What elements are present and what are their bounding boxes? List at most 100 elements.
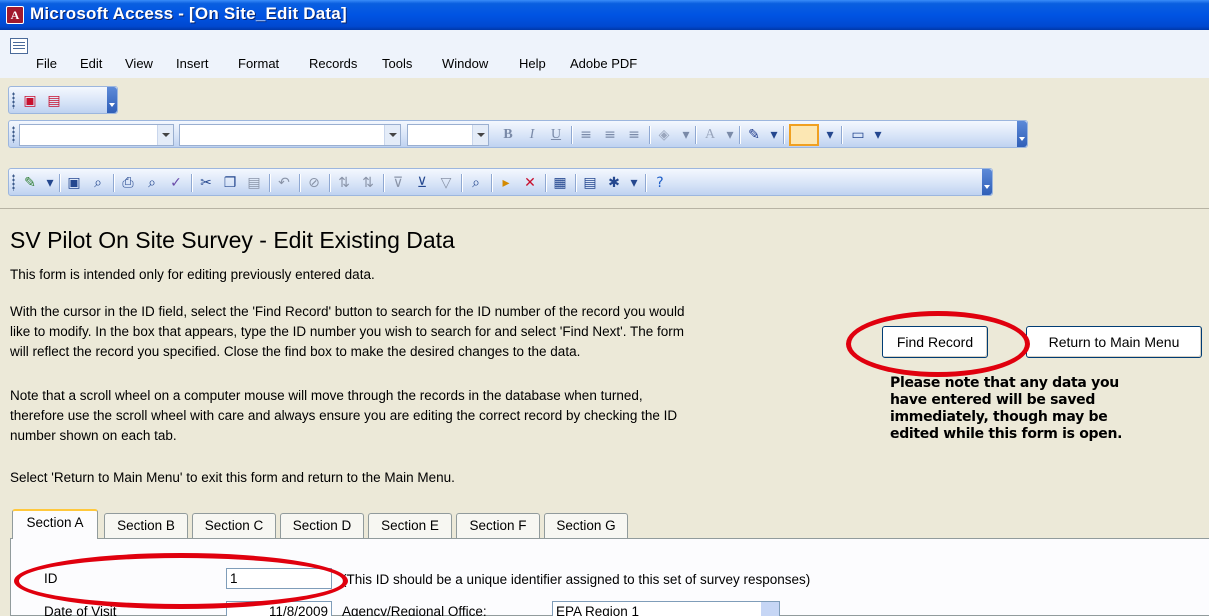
undo-icon[interactable]: ↶: [275, 174, 293, 192]
paste-icon[interactable]: ▤: [245, 174, 263, 192]
toolbar-options-icon[interactable]: [1017, 121, 1027, 147]
underline-icon[interactable]: U: [547, 126, 565, 144]
return-note: Select 'Return to Main Menu' to exit thi…: [10, 470, 455, 485]
toolbar-separator: [269, 174, 270, 192]
document-menu-icon[interactable]: [10, 38, 28, 54]
toolbar-separator: [649, 126, 650, 144]
chevron-down-icon[interactable]: ▾: [821, 126, 839, 144]
menu-help[interactable]: Help: [519, 56, 546, 71]
tab-section-d[interactable]: Section D: [280, 513, 364, 538]
line-width-icon[interactable]: ▭: [849, 126, 867, 144]
font-size-combo[interactable]: [407, 124, 489, 146]
file-search-icon[interactable]: ⌕: [89, 174, 107, 192]
menu-tools[interactable]: Tools: [382, 56, 412, 71]
menu-adobe-pdf[interactable]: Adobe PDF: [570, 56, 637, 71]
chevron-down-icon[interactable]: ▾: [677, 126, 695, 144]
menu-file[interactable]: File: [36, 56, 57, 71]
menu-view[interactable]: View: [125, 56, 153, 71]
object-combo[interactable]: [19, 124, 174, 146]
chevron-down-icon[interactable]: [472, 125, 488, 145]
toolbar-separator: [645, 174, 646, 192]
tab-section-e[interactable]: Section E: [368, 513, 452, 538]
database-window-icon[interactable]: ▤: [581, 174, 599, 192]
new-record-icon[interactable]: ▸: [497, 174, 515, 192]
print-preview-icon[interactable]: ⌕: [143, 174, 161, 192]
save-warning-line: have entered will be saved: [890, 392, 1096, 408]
toolbar-separator: [113, 174, 114, 192]
tab-section-a[interactable]: Section A: [12, 509, 98, 539]
special-effect-icon[interactable]: [789, 124, 819, 146]
convert-to-pdf-icon[interactable]: ▣: [21, 92, 39, 110]
chevron-down-icon[interactable]: [384, 125, 400, 145]
toolbar-grip[interactable]: [12, 92, 15, 109]
access-icon[interactable]: A: [6, 6, 24, 24]
pdf-email-icon[interactable]: ▤: [45, 92, 63, 110]
form-heading: SV Pilot On Site Survey - Edit Existing …: [10, 227, 455, 253]
toolbar-options-icon[interactable]: [107, 87, 117, 113]
scroll-note-line-2: therefore use the scroll wheel with care…: [10, 408, 678, 423]
cut-icon[interactable]: ✂: [197, 174, 215, 192]
chevron-down-icon[interactable]: ▾: [721, 126, 739, 144]
design-view-icon[interactable]: ✎: [21, 174, 39, 192]
new-object-icon[interactable]: ✱: [605, 174, 623, 192]
agency-select[interactable]: EPA Region 1: [552, 601, 780, 616]
intro-text: This form is intended only for editing p…: [10, 267, 375, 282]
filter-by-form-icon[interactable]: ⊻: [413, 174, 431, 192]
toolbar-grip[interactable]: [12, 174, 15, 191]
bold-icon[interactable]: B: [499, 126, 517, 144]
title-bar: A Microsoft Access - [On Site_Edit Data]: [0, 0, 1209, 30]
save-icon[interactable]: ▣: [65, 174, 83, 192]
menu-format[interactable]: Format: [238, 56, 279, 71]
menu-edit[interactable]: Edit: [80, 56, 102, 71]
filter-by-selection-icon[interactable]: ⊽: [389, 174, 407, 192]
chevron-down-icon[interactable]: [157, 125, 173, 145]
toolbar-separator: [191, 174, 192, 192]
chevron-down-icon[interactable]: ▾: [41, 174, 59, 192]
chevron-down-icon[interactable]: [761, 602, 779, 616]
toolbar-separator: [299, 174, 300, 192]
toolbar-options-icon[interactable]: [982, 169, 992, 195]
copy-icon[interactable]: ❐: [221, 174, 239, 192]
delete-record-icon[interactable]: ✕: [521, 174, 539, 192]
menu-insert[interactable]: Insert: [176, 56, 209, 71]
help-icon[interactable]: ?: [651, 174, 669, 192]
apply-filter-icon[interactable]: ▽: [437, 174, 455, 192]
fill-color-icon[interactable]: ◈: [655, 126, 673, 144]
toolbar-separator: [571, 126, 572, 144]
toolbar-grip[interactable]: [12, 126, 15, 143]
sort-ascending-icon[interactable]: ⇅: [335, 174, 353, 192]
align-left-icon[interactable]: ≡: [577, 126, 595, 144]
font-color-icon[interactable]: A: [701, 126, 719, 144]
menu-records[interactable]: Records: [309, 56, 357, 71]
tab-section-b[interactable]: Section B: [104, 513, 188, 538]
highlight-circle: [846, 311, 1030, 377]
sort-descending-icon[interactable]: ⇅: [359, 174, 377, 192]
chevron-down-icon[interactable]: ▾: [765, 126, 783, 144]
standard-toolbar: ✎ ▾ ▣ ⌕ ⎙ ⌕ ✓ ✂ ❐ ▤ ↶ ⊘ ⇅ ⇅ ⊽ ⊻ ▽ ⌕ ▸ ✕ …: [8, 168, 993, 196]
toolbar-separator: [841, 126, 842, 144]
menu-window[interactable]: Window: [442, 56, 488, 71]
find-icon[interactable]: ⌕: [467, 174, 485, 192]
properties-icon[interactable]: ▦: [551, 174, 569, 192]
tab-section-g[interactable]: Section G: [544, 513, 628, 538]
chevron-down-icon[interactable]: ▾: [869, 126, 887, 144]
toolbar-separator: [575, 174, 576, 192]
chevron-down-icon[interactable]: ▾: [625, 174, 643, 192]
tab-section-c[interactable]: Section C: [192, 513, 276, 538]
align-right-icon[interactable]: ≡: [625, 126, 643, 144]
line-color-icon[interactable]: ✎: [745, 126, 763, 144]
toolbar-separator: [545, 174, 546, 192]
font-name-combo[interactable]: [179, 124, 401, 146]
window-title: Microsoft Access - [On Site_Edit Data]: [30, 4, 347, 23]
toolbar-separator: [383, 174, 384, 192]
align-center-icon[interactable]: ≡: [601, 126, 619, 144]
spelling-icon[interactable]: ✓: [167, 174, 185, 192]
print-icon[interactable]: ⎙: [119, 174, 137, 192]
tab-section-f[interactable]: Section F: [456, 513, 540, 538]
instructions-line-3: will reflect the record you specified. C…: [10, 344, 581, 359]
pdf-toolbar: ▣ ▤: [8, 86, 118, 114]
toolbar-separator: [329, 174, 330, 192]
hyperlink-icon[interactable]: ⊘: [305, 174, 323, 192]
italic-icon[interactable]: I: [523, 126, 541, 144]
return-to-main-menu-button[interactable]: Return to Main Menu: [1026, 326, 1202, 358]
